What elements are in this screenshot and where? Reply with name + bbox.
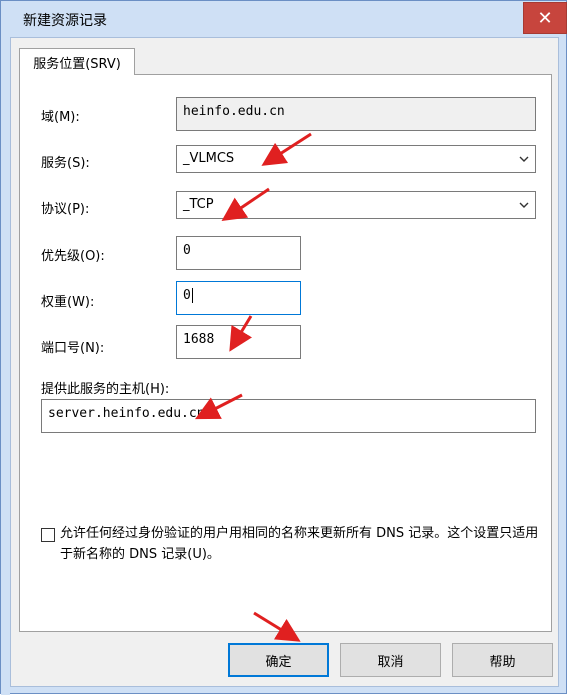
arrow-to-ok — [253, 611, 301, 642]
arrow-to-host — [194, 393, 243, 420]
arrow-to-service — [261, 132, 312, 166]
dialog-window: 新建资源记录 ✕ 服务位置(SRV) 域(M): heinfo.edu.cn 服… — [0, 0, 567, 695]
annotation-arrows — [194, 132, 312, 642]
tab-srv[interactable]: 服务位置(SRV) — [19, 48, 135, 75]
arrow-to-port — [229, 315, 253, 352]
tab-label: 服务位置(SRV) — [33, 56, 121, 72]
arrow-to-protocol — [221, 187, 270, 222]
